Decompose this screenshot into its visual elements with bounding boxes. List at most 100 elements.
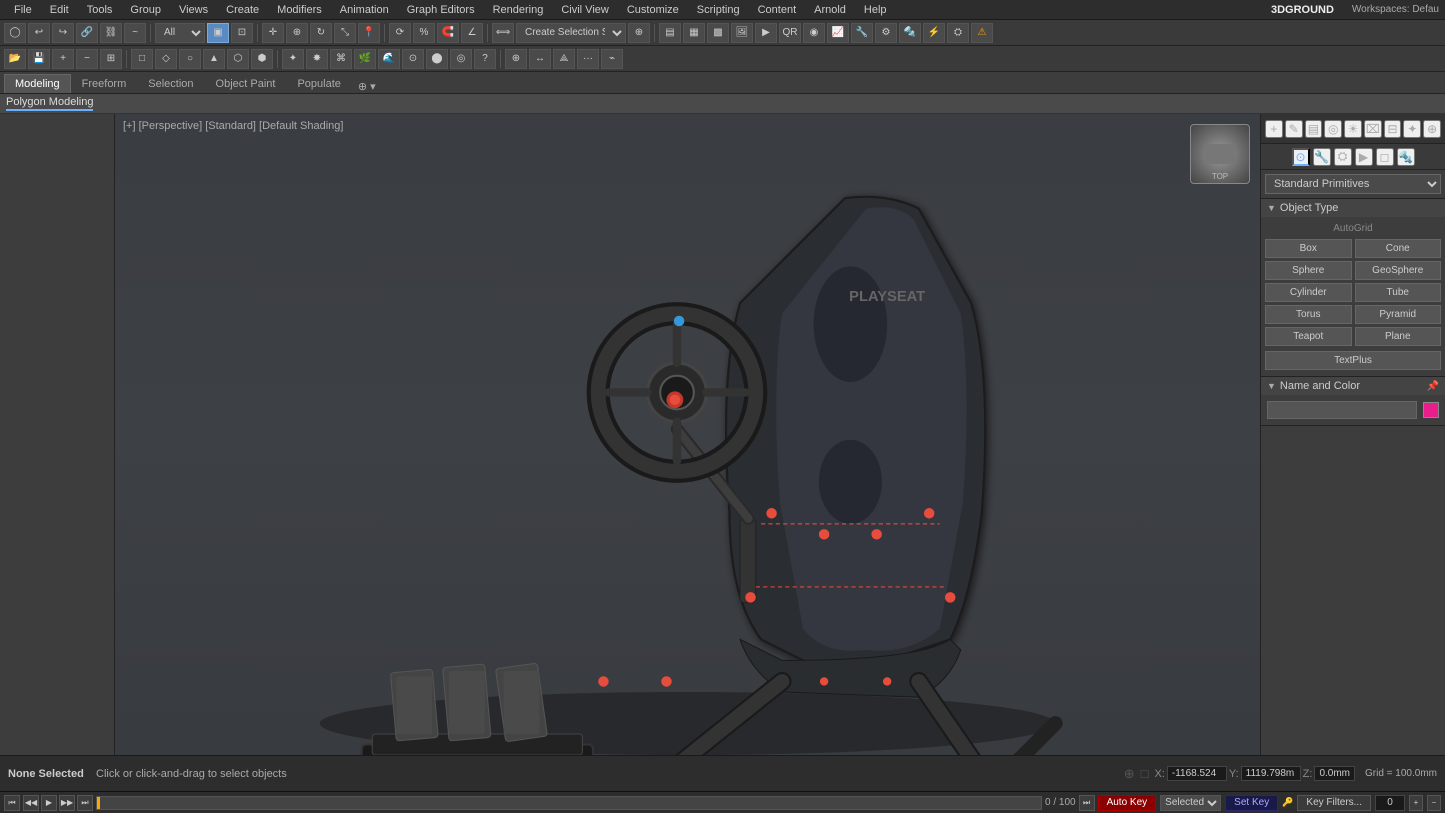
tools1-btn[interactable]: 🔧 bbox=[851, 23, 873, 43]
color-swatch[interactable] bbox=[1423, 402, 1439, 418]
object-type-header[interactable]: ▼ Object Type bbox=[1261, 199, 1445, 217]
rp-tab-motion[interactable]: ▶ bbox=[1355, 148, 1373, 166]
undo-btn[interactable]: ↩ bbox=[28, 23, 50, 43]
t2-9[interactable]: ▲ bbox=[203, 49, 225, 69]
auto-key-select[interactable]: Selected bbox=[1160, 795, 1221, 811]
rp-cam-btn[interactable]: ⌧ bbox=[1364, 120, 1382, 138]
save-btn[interactable]: 💾 bbox=[28, 49, 50, 69]
new-btn[interactable]: ◯ bbox=[4, 23, 26, 43]
tab-extra[interactable]: ⊕ ▾ bbox=[352, 80, 382, 93]
obj-btn-pyramid[interactable]: Pyramid bbox=[1355, 305, 1442, 324]
obj-btn-teapot[interactable]: Teapot bbox=[1265, 327, 1352, 346]
name-color-pin[interactable]: 📌 bbox=[1427, 381, 1439, 392]
t2-24[interactable]: ··· bbox=[577, 49, 599, 69]
auto-key-btn[interactable]: Auto Key bbox=[1098, 795, 1157, 811]
tools3-btn[interactable]: 🔩 bbox=[899, 23, 921, 43]
obj-btn-sphere[interactable]: Sphere bbox=[1265, 261, 1352, 280]
tab-populate[interactable]: Populate bbox=[286, 74, 351, 93]
rp-space-btn[interactable]: ⊕ bbox=[1423, 120, 1441, 138]
key-filters-btn[interactable]: Key Filters... bbox=[1297, 795, 1371, 811]
mat-editor-btn[interactable]: ◉ bbox=[803, 23, 825, 43]
menu-item-civil[interactable]: Civil View bbox=[553, 2, 616, 18]
rp-helper-btn[interactable]: ✦ bbox=[1403, 120, 1421, 138]
t2-17[interactable]: ⊙ bbox=[402, 49, 424, 69]
tab-object-paint[interactable]: Object Paint bbox=[205, 74, 287, 93]
rp-tab-hier[interactable]: ⛭ bbox=[1334, 148, 1352, 166]
menu-item-3dground[interactable]: 3DGROUND bbox=[1263, 2, 1342, 18]
time-up-btn[interactable]: + bbox=[1409, 795, 1423, 811]
t2-7[interactable]: ◇ bbox=[155, 49, 177, 69]
set-key-btn[interactable]: Set Key bbox=[1225, 795, 1278, 811]
t2-25[interactable]: ⌁ bbox=[601, 49, 623, 69]
obj-btn-tube[interactable]: Tube bbox=[1355, 283, 1442, 302]
selection-dropdown[interactable]: Create Selection Se bbox=[516, 23, 626, 43]
tab-selection[interactable]: Selection bbox=[137, 74, 204, 93]
rp-tab-create[interactable]: ⊙ bbox=[1292, 148, 1310, 166]
tools5-btn[interactable]: ⛭ bbox=[947, 23, 969, 43]
t2-10[interactable]: ⬡ bbox=[227, 49, 249, 69]
layer-btn[interactable]: ▤ bbox=[659, 23, 681, 43]
menu-item-edit[interactable]: Edit bbox=[42, 2, 77, 18]
time-input[interactable] bbox=[1375, 795, 1405, 811]
rp-edit-btn[interactable]: ✎ bbox=[1285, 120, 1303, 138]
obj-btn-geosphere[interactable]: GeoSphere bbox=[1355, 261, 1442, 280]
anim-prev-frame[interactable]: ⏮ bbox=[4, 795, 20, 811]
nav-cube[interactable]: TOP bbox=[1190, 124, 1250, 184]
warning-btn[interactable]: ⚠ bbox=[971, 23, 993, 43]
menu-item-create[interactable]: Create bbox=[218, 2, 267, 18]
mirror-btn[interactable]: ⟺ bbox=[492, 23, 514, 43]
t2-3[interactable]: + bbox=[52, 49, 74, 69]
play-next-btn[interactable]: ▶▶ bbox=[59, 795, 75, 811]
redo-btn[interactable]: ↪ bbox=[52, 23, 74, 43]
t2-18[interactable]: ⬤ bbox=[426, 49, 448, 69]
render-setup-btn[interactable]: 🖼 bbox=[731, 23, 753, 43]
link-btn[interactable]: 🔗 bbox=[76, 23, 98, 43]
menu-item-graph[interactable]: Graph Editors bbox=[399, 2, 483, 18]
sel-set-btn[interactable]: ⊕ bbox=[628, 23, 650, 43]
menu-item-file[interactable]: File bbox=[6, 2, 40, 18]
timeline-track[interactable] bbox=[96, 796, 1042, 810]
menu-item-scripting[interactable]: Scripting bbox=[689, 2, 748, 18]
t2-4[interactable]: − bbox=[76, 49, 98, 69]
ref-coord-btn[interactable]: ⟳ bbox=[389, 23, 411, 43]
sub-tab-polygon-modeling[interactable]: Polygon Modeling bbox=[6, 96, 93, 111]
t2-12[interactable]: ✦ bbox=[282, 49, 304, 69]
t2-20[interactable]: ? bbox=[474, 49, 496, 69]
menu-item-group[interactable]: Group bbox=[122, 2, 169, 18]
rp-tab-modify[interactable]: 🔧 bbox=[1313, 148, 1331, 166]
menu-item-arnold[interactable]: Arnold bbox=[806, 2, 854, 18]
snap-btn[interactable]: 🧲 bbox=[437, 23, 459, 43]
percent-btn[interactable]: % bbox=[413, 23, 435, 43]
menu-item-animation[interactable]: Animation bbox=[332, 2, 397, 18]
select-btn[interactable]: ✛ bbox=[262, 23, 284, 43]
rp-wire-btn[interactable]: ⊟ bbox=[1384, 120, 1402, 138]
menu-item-modifiers[interactable]: Modifiers bbox=[269, 2, 330, 18]
tools2-btn[interactable]: ⚙ bbox=[875, 23, 897, 43]
menu-item-customize[interactable]: Customize bbox=[619, 2, 687, 18]
menu-item-help[interactable]: Help bbox=[856, 2, 895, 18]
render-btn[interactable]: ▶ bbox=[755, 23, 777, 43]
rp-grid-btn[interactable]: ▤ bbox=[1305, 120, 1323, 138]
viewport[interactable]: [+] [Perspective] [Standard] [Default Sh… bbox=[115, 114, 1260, 755]
layer2-btn[interactable]: ▦ bbox=[683, 23, 705, 43]
curve-editor-btn[interactable]: 📈 bbox=[827, 23, 849, 43]
t2-11[interactable]: ⬢ bbox=[251, 49, 273, 69]
scale-btn[interactable]: ⤡ bbox=[334, 23, 356, 43]
obj-btn-box[interactable]: Box bbox=[1265, 239, 1352, 258]
open-btn[interactable]: 📂 bbox=[4, 49, 26, 69]
obj-btn-textplus[interactable]: TextPlus bbox=[1265, 351, 1441, 370]
play-btn[interactable]: ▶ bbox=[41, 795, 57, 811]
select-filter-btn[interactable]: ▣ bbox=[207, 23, 229, 43]
t2-22[interactable]: ↔ bbox=[529, 49, 551, 69]
place-btn[interactable]: 📍 bbox=[358, 23, 380, 43]
menu-item-views[interactable]: Views bbox=[171, 2, 216, 18]
t2-16[interactable]: 🌊 bbox=[378, 49, 400, 69]
obj-btn-torus[interactable]: Torus bbox=[1265, 305, 1352, 324]
menu-item-tools[interactable]: Tools bbox=[79, 2, 121, 18]
object-name-input[interactable] bbox=[1267, 401, 1417, 419]
t2-14[interactable]: ⌘ bbox=[330, 49, 352, 69]
t2-6[interactable]: □ bbox=[131, 49, 153, 69]
t2-13[interactable]: ✸ bbox=[306, 49, 328, 69]
rp-tab-display[interactable]: ◻ bbox=[1376, 148, 1394, 166]
next-frame-btn[interactable]: ⏭ bbox=[1079, 795, 1095, 811]
